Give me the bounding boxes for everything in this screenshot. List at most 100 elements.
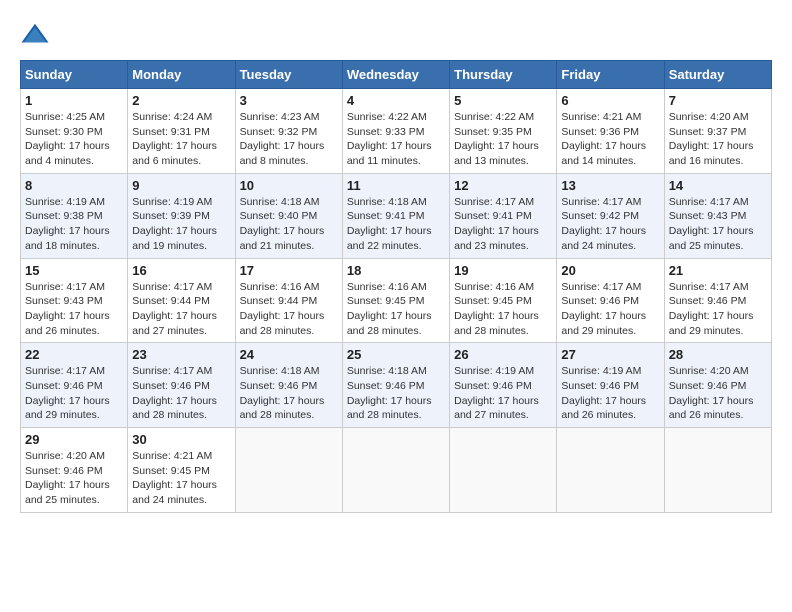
day-info: Sunrise: 4:17 AM Sunset: 9:44 PM Dayligh… bbox=[132, 280, 230, 339]
day-info: Sunrise: 4:20 AM Sunset: 9:37 PM Dayligh… bbox=[669, 110, 767, 169]
calendar-cell: 18 Sunrise: 4:16 AM Sunset: 9:45 PM Dayli… bbox=[342, 258, 449, 343]
calendar-cell: 15 Sunrise: 4:17 AM Sunset: 9:43 PM Dayli… bbox=[21, 258, 128, 343]
day-number: 29 bbox=[25, 432, 123, 447]
calendar-cell: 29 Sunrise: 4:20 AM Sunset: 9:46 PM Dayli… bbox=[21, 428, 128, 513]
day-info: Sunrise: 4:24 AM Sunset: 9:31 PM Dayligh… bbox=[132, 110, 230, 169]
calendar-cell: 16 Sunrise: 4:17 AM Sunset: 9:44 PM Dayli… bbox=[128, 258, 235, 343]
day-number: 1 bbox=[25, 93, 123, 108]
day-info: Sunrise: 4:17 AM Sunset: 9:42 PM Dayligh… bbox=[561, 195, 659, 254]
calendar-cell: 20 Sunrise: 4:17 AM Sunset: 9:46 PM Dayli… bbox=[557, 258, 664, 343]
day-number: 24 bbox=[240, 347, 338, 362]
calendar-table: SundayMondayTuesdayWednesdayThursdayFrid… bbox=[20, 60, 772, 513]
day-number: 19 bbox=[454, 263, 552, 278]
calendar-cell bbox=[557, 428, 664, 513]
day-info: Sunrise: 4:23 AM Sunset: 9:32 PM Dayligh… bbox=[240, 110, 338, 169]
day-info: Sunrise: 4:22 AM Sunset: 9:33 PM Dayligh… bbox=[347, 110, 445, 169]
calendar-cell: 1 Sunrise: 4:25 AM Sunset: 9:30 PM Daylig… bbox=[21, 89, 128, 174]
day-info: Sunrise: 4:19 AM Sunset: 9:46 PM Dayligh… bbox=[561, 364, 659, 423]
day-number: 9 bbox=[132, 178, 230, 193]
column-header-sunday: Sunday bbox=[21, 61, 128, 89]
calendar-cell: 2 Sunrise: 4:24 AM Sunset: 9:31 PM Daylig… bbox=[128, 89, 235, 174]
day-info: Sunrise: 4:17 AM Sunset: 9:46 PM Dayligh… bbox=[561, 280, 659, 339]
calendar-cell: 30Sunrise: 4:21 AM Sunset: 9:45 PM Dayli… bbox=[128, 428, 235, 513]
calendar-cell: 5 Sunrise: 4:22 AM Sunset: 9:35 PM Daylig… bbox=[450, 89, 557, 174]
calendar-cell: 28 Sunrise: 4:20 AM Sunset: 9:46 PM Dayli… bbox=[664, 343, 771, 428]
day-number: 25 bbox=[347, 347, 445, 362]
calendar-week-1: 1 Sunrise: 4:25 AM Sunset: 9:30 PM Daylig… bbox=[21, 89, 772, 174]
column-header-tuesday: Tuesday bbox=[235, 61, 342, 89]
calendar-week-5: 29 Sunrise: 4:20 AM Sunset: 9:46 PM Dayli… bbox=[21, 428, 772, 513]
day-number: 12 bbox=[454, 178, 552, 193]
day-info: Sunrise: 4:17 AM Sunset: 9:43 PM Dayligh… bbox=[25, 280, 123, 339]
day-info: Sunrise: 4:18 AM Sunset: 9:41 PM Dayligh… bbox=[347, 195, 445, 254]
day-info: Sunrise: 4:19 AM Sunset: 9:39 PM Dayligh… bbox=[132, 195, 230, 254]
day-info: Sunrise: 4:20 AM Sunset: 9:46 PM Dayligh… bbox=[669, 364, 767, 423]
calendar-cell bbox=[450, 428, 557, 513]
column-header-friday: Friday bbox=[557, 61, 664, 89]
logo-icon bbox=[20, 20, 50, 50]
calendar-cell: 8 Sunrise: 4:19 AM Sunset: 9:38 PM Daylig… bbox=[21, 173, 128, 258]
day-info: Sunrise: 4:18 AM Sunset: 9:46 PM Dayligh… bbox=[240, 364, 338, 423]
day-number: 28 bbox=[669, 347, 767, 362]
day-number: 18 bbox=[347, 263, 445, 278]
day-number: 7 bbox=[669, 93, 767, 108]
day-number: 4 bbox=[347, 93, 445, 108]
day-info: Sunrise: 4:17 AM Sunset: 9:46 PM Dayligh… bbox=[669, 280, 767, 339]
calendar-cell: 4 Sunrise: 4:22 AM Sunset: 9:33 PM Daylig… bbox=[342, 89, 449, 174]
day-number: 10 bbox=[240, 178, 338, 193]
day-info: Sunrise: 4:16 AM Sunset: 9:45 PM Dayligh… bbox=[347, 280, 445, 339]
calendar-cell: 23Sunrise: 4:17 AM Sunset: 9:46 PM Dayli… bbox=[128, 343, 235, 428]
day-number: 22 bbox=[25, 347, 123, 362]
day-number: 15 bbox=[25, 263, 123, 278]
day-info: Sunrise: 4:17 AM Sunset: 9:43 PM Dayligh… bbox=[669, 195, 767, 254]
day-number: 17 bbox=[240, 263, 338, 278]
calendar-week-4: 22 Sunrise: 4:17 AM Sunset: 9:46 PM Dayli… bbox=[21, 343, 772, 428]
day-number: 16 bbox=[132, 263, 230, 278]
calendar-cell: 19 Sunrise: 4:16 AM Sunset: 9:45 PM Dayli… bbox=[450, 258, 557, 343]
calendar-cell bbox=[342, 428, 449, 513]
day-number: 2 bbox=[132, 93, 230, 108]
calendar-cell: 26 Sunrise: 4:19 AM Sunset: 9:46 PM Dayli… bbox=[450, 343, 557, 428]
day-info: Sunrise: 4:19 AM Sunset: 9:46 PM Dayligh… bbox=[454, 364, 552, 423]
day-info: Sunrise: 4:16 AM Sunset: 9:44 PM Dayligh… bbox=[240, 280, 338, 339]
day-info: Sunrise: 4:16 AM Sunset: 9:45 PM Dayligh… bbox=[454, 280, 552, 339]
day-number: 27 bbox=[561, 347, 659, 362]
day-number: 5 bbox=[454, 93, 552, 108]
day-number: 30 bbox=[132, 432, 230, 447]
calendar-cell: 27 Sunrise: 4:19 AM Sunset: 9:46 PM Dayli… bbox=[557, 343, 664, 428]
calendar-cell bbox=[664, 428, 771, 513]
calendar-cell: 6Sunrise: 4:21 AM Sunset: 9:36 PM Daylig… bbox=[557, 89, 664, 174]
day-number: 20 bbox=[561, 263, 659, 278]
calendar-week-2: 8 Sunrise: 4:19 AM Sunset: 9:38 PM Daylig… bbox=[21, 173, 772, 258]
logo bbox=[20, 20, 54, 50]
page-header bbox=[20, 20, 772, 50]
day-number: 3 bbox=[240, 93, 338, 108]
calendar-cell: 25 Sunrise: 4:18 AM Sunset: 9:46 PM Dayli… bbox=[342, 343, 449, 428]
calendar-cell: 11 Sunrise: 4:18 AM Sunset: 9:41 PM Dayli… bbox=[342, 173, 449, 258]
day-info: Sunrise: 4:19 AM Sunset: 9:38 PM Dayligh… bbox=[25, 195, 123, 254]
day-number: 23 bbox=[132, 347, 230, 362]
day-number: 11 bbox=[347, 178, 445, 193]
calendar-cell: 10Sunrise: 4:18 AM Sunset: 9:40 PM Dayli… bbox=[235, 173, 342, 258]
calendar-cell: 3 Sunrise: 4:23 AM Sunset: 9:32 PM Daylig… bbox=[235, 89, 342, 174]
calendar-cell: 14 Sunrise: 4:17 AM Sunset: 9:43 PM Dayli… bbox=[664, 173, 771, 258]
day-number: 8 bbox=[25, 178, 123, 193]
calendar-cell: 7 Sunrise: 4:20 AM Sunset: 9:37 PM Daylig… bbox=[664, 89, 771, 174]
day-info: Sunrise: 4:25 AM Sunset: 9:30 PM Dayligh… bbox=[25, 110, 123, 169]
day-number: 26 bbox=[454, 347, 552, 362]
calendar-cell: 12 Sunrise: 4:17 AM Sunset: 9:41 PM Dayli… bbox=[450, 173, 557, 258]
calendar-cell: 9 Sunrise: 4:19 AM Sunset: 9:39 PM Daylig… bbox=[128, 173, 235, 258]
column-header-wednesday: Wednesday bbox=[342, 61, 449, 89]
day-info: Sunrise: 4:18 AM Sunset: 9:46 PM Dayligh… bbox=[347, 364, 445, 423]
column-header-thursday: Thursday bbox=[450, 61, 557, 89]
calendar-cell: 24 Sunrise: 4:18 AM Sunset: 9:46 PM Dayli… bbox=[235, 343, 342, 428]
calendar-header-row: SundayMondayTuesdayWednesdayThursdayFrid… bbox=[21, 61, 772, 89]
day-info: Sunrise: 4:22 AM Sunset: 9:35 PM Dayligh… bbox=[454, 110, 552, 169]
day-info: Sunrise: 4:17 AM Sunset: 9:41 PM Dayligh… bbox=[454, 195, 552, 254]
calendar-cell: 22 Sunrise: 4:17 AM Sunset: 9:46 PM Dayli… bbox=[21, 343, 128, 428]
day-info: Sunrise: 4:20 AM Sunset: 9:46 PM Dayligh… bbox=[25, 449, 123, 508]
day-info: Sunrise: 4:17 AM Sunset: 9:46 PM Dayligh… bbox=[25, 364, 123, 423]
day-number: 14 bbox=[669, 178, 767, 193]
calendar-cell bbox=[235, 428, 342, 513]
day-number: 21 bbox=[669, 263, 767, 278]
